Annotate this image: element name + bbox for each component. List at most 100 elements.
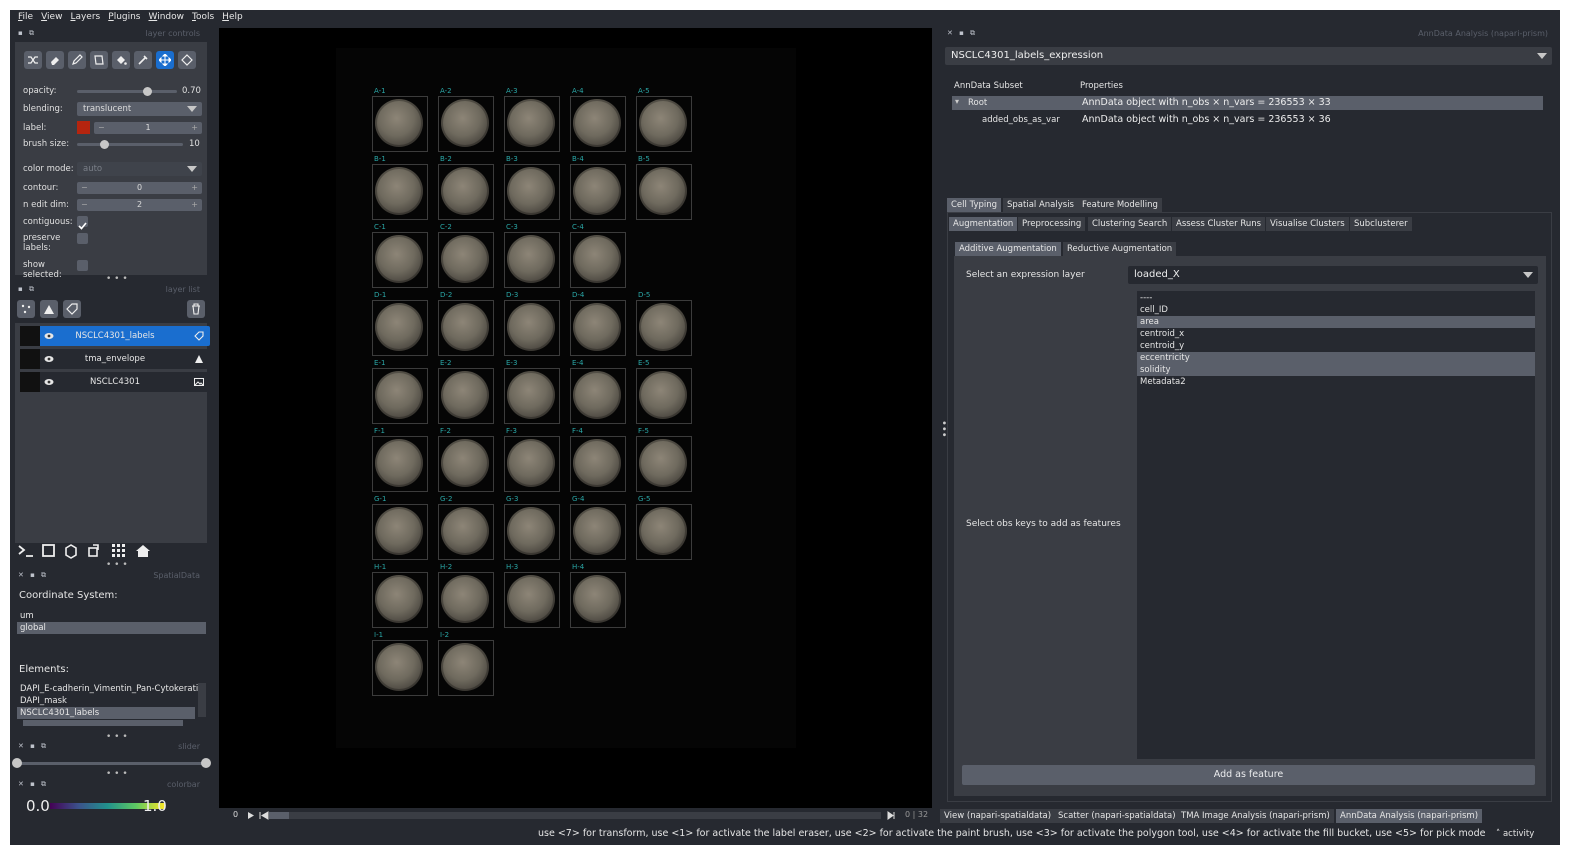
dock-tab-anndata-analysis[interactable]: AnnData Analysis (napari-prism) bbox=[1336, 809, 1483, 823]
opacity-slider-handle[interactable] bbox=[143, 87, 152, 96]
menu-file[interactable]: File bbox=[18, 10, 33, 24]
menu-window[interactable]: Window bbox=[149, 10, 185, 24]
tab-preprocessing[interactable]: Preprocessing bbox=[1018, 217, 1086, 231]
dock-controls-icon[interactable]: ✕ ▪ ⧉ bbox=[947, 29, 977, 38]
collapse-arrow-icon[interactable]: ▾ bbox=[955, 97, 959, 106]
tab-visualise-clusters[interactable]: Visualise Clusters bbox=[1266, 217, 1349, 231]
core-label: F-5 bbox=[638, 427, 650, 435]
core-label: H-4 bbox=[572, 563, 585, 571]
coordinate-system-title: Coordinate System: bbox=[19, 590, 118, 601]
tree-row-added-obs[interactable]: added_obs_as_var AnnData object with n_o… bbox=[952, 113, 1543, 127]
splitter-handle[interactable]: • • • bbox=[106, 274, 128, 284]
menu-help[interactable]: Help bbox=[222, 10, 243, 24]
tab-additive-augmentation[interactable]: Additive Augmentation bbox=[955, 242, 1061, 256]
layer-row-labels[interactable]: NSCLC4301_labels bbox=[20, 326, 210, 346]
label-spinbox[interactable]: −1 + bbox=[94, 122, 202, 134]
paint-brush-icon[interactable] bbox=[68, 51, 86, 69]
dims-slider-handle[interactable] bbox=[269, 812, 289, 819]
range-slider-max-handle[interactable] bbox=[201, 758, 211, 768]
image-icon bbox=[194, 378, 204, 386]
tab-cell-typing[interactable]: Cell Typing bbox=[947, 198, 1002, 212]
brush-size-slider-handle[interactable] bbox=[99, 140, 109, 149]
show-selected-label-line2: selected: bbox=[23, 270, 62, 280]
obs-key-item[interactable]: cell_ID bbox=[1137, 304, 1535, 316]
tree-header-subset: AnnData Subset bbox=[954, 81, 1023, 91]
tab-subclusterer[interactable]: Subclusterer bbox=[1350, 217, 1412, 231]
elements-hscrollbar[interactable] bbox=[23, 720, 183, 726]
shuffle-colors-icon[interactable] bbox=[24, 51, 42, 69]
viewer-canvas[interactable]: A-1 A-2 A-3 A-4 A-5 B-1 B-2 B-3 B-4 B-5 C-1 C-2 C-3 C… bbox=[219, 28, 932, 808]
tab-spatial-analysis[interactable]: Spatial Analysis bbox=[1003, 198, 1078, 212]
element-item[interactable]: DAPI_mask bbox=[17, 695, 206, 707]
element-item[interactable]: DAPI_E-cadherin_Vimentin_Pan-Cytokerati bbox=[17, 683, 198, 695]
blending-select[interactable]: translucent bbox=[77, 102, 202, 116]
contiguous-checkbox[interactable] bbox=[77, 216, 88, 230]
delete-layer-icon[interactable] bbox=[187, 300, 205, 318]
coordinate-system-item[interactable]: global bbox=[17, 622, 206, 634]
new-points-layer-icon[interactable] bbox=[17, 300, 35, 318]
coordinate-system-item[interactable]: um bbox=[17, 610, 206, 622]
obs-key-item[interactable]: eccentricity bbox=[1137, 352, 1535, 364]
dock-tab-view-spatialdata[interactable]: View (napari-spatialdata) bbox=[940, 809, 1056, 823]
n-edit-dim-spinbox[interactable]: −2 + bbox=[77, 199, 202, 211]
obs-key-item[interactable]: centroid_y bbox=[1137, 340, 1535, 352]
tab-feature-modelling[interactable]: Feature Modelling bbox=[1078, 198, 1162, 212]
menu-layers[interactable]: Layers bbox=[70, 10, 100, 24]
core-label: E-3 bbox=[506, 359, 518, 367]
color-picker-icon[interactable] bbox=[134, 51, 152, 69]
last-frame-icon[interactable] bbox=[887, 811, 895, 820]
show-selected-checkbox[interactable] bbox=[77, 260, 88, 271]
contour-spinbox[interactable]: −0 + bbox=[77, 182, 202, 194]
label-color-swatch[interactable] bbox=[77, 121, 90, 134]
eraser-icon[interactable] bbox=[46, 51, 64, 69]
elements-scrollbar[interactable] bbox=[198, 683, 206, 717]
tma-core bbox=[573, 167, 621, 215]
tab-assess-cluster-runs[interactable]: Assess Cluster Runs bbox=[1172, 217, 1266, 231]
obs-key-item[interactable]: area bbox=[1137, 316, 1535, 328]
tree-row-root[interactable]: ▾ Root AnnData object with n_obs × n_var… bbox=[952, 96, 1543, 110]
tab-reductive-augmentation[interactable]: Reductive Augmentation bbox=[1063, 242, 1177, 256]
menu-tools[interactable]: Tools bbox=[192, 10, 214, 24]
polygon-tool-icon[interactable] bbox=[90, 51, 108, 69]
menu-view[interactable]: View bbox=[41, 10, 62, 24]
splitter-handle[interactable]: • • • bbox=[106, 732, 128, 742]
menu-plugins[interactable]: Plugins bbox=[108, 10, 140, 24]
expression-layer-select[interactable]: loaded_X bbox=[1128, 266, 1538, 284]
new-shapes-layer-icon[interactable] bbox=[40, 300, 58, 318]
dims-slider-track[interactable] bbox=[269, 812, 881, 819]
dock-controls-icon[interactable]: ▪ ⧉ bbox=[18, 29, 36, 38]
element-item[interactable]: NSCLC4301_labels bbox=[17, 707, 195, 719]
color-mode-select[interactable]: auto bbox=[77, 162, 202, 176]
layer-row-envelope[interactable]: tma_envelope bbox=[20, 349, 210, 369]
dock-controls-icon[interactable]: ✕ ▪ ⧉ bbox=[18, 780, 48, 789]
splitter-handle[interactable]: • • • bbox=[106, 560, 128, 570]
splitter-handle[interactable]: • • • bbox=[106, 769, 128, 779]
tab-augmentation[interactable]: Augmentation bbox=[949, 217, 1018, 231]
obs-key-item[interactable]: Metadata2 bbox=[1137, 376, 1535, 388]
transpose-icon bbox=[88, 544, 99, 557]
add-as-feature-button[interactable]: Add as feature bbox=[962, 765, 1535, 785]
new-labels-layer-icon[interactable] bbox=[63, 300, 81, 318]
obs-key-item[interactable]: ---- bbox=[1137, 292, 1535, 304]
tab-clustering-search[interactable]: Clustering Search bbox=[1088, 217, 1172, 231]
fill-bucket-icon[interactable] bbox=[112, 51, 130, 69]
layer-row-image[interactable]: NSCLC4301 bbox=[20, 372, 210, 392]
chevron-down-icon bbox=[1537, 53, 1547, 59]
dock-tab-scatter-spatialdata[interactable]: Scatter (napari-spatialdata) bbox=[1054, 809, 1180, 823]
brush-size-slider[interactable] bbox=[77, 143, 183, 146]
transform-icon[interactable] bbox=[178, 51, 196, 69]
dock-controls-icon[interactable]: ✕ ▪ ⧉ bbox=[18, 742, 48, 751]
preserve-labels-checkbox[interactable] bbox=[77, 233, 88, 244]
range-slider-min-handle[interactable] bbox=[12, 758, 22, 768]
dock-controls-icon[interactable]: ✕ ▪ ⧉ bbox=[18, 571, 48, 580]
dataset-select[interactable]: NSCLC4301_labels_expression bbox=[945, 47, 1552, 65]
pan-zoom-icon[interactable] bbox=[156, 51, 174, 69]
range-slider[interactable] bbox=[17, 762, 207, 765]
obs-key-item[interactable]: solidity bbox=[1137, 364, 1535, 376]
opacity-slider[interactable] bbox=[77, 90, 177, 93]
obs-key-item[interactable]: centroid_x bbox=[1137, 328, 1535, 340]
activity-button[interactable]: ˄ activity bbox=[1496, 829, 1534, 839]
dock-tab-tma-image-analysis[interactable]: TMA Image Analysis (napari-prism) bbox=[1177, 809, 1334, 823]
dock-controls-icon[interactable]: ▪ ⧉ bbox=[18, 285, 36, 294]
tma-core bbox=[375, 507, 423, 555]
